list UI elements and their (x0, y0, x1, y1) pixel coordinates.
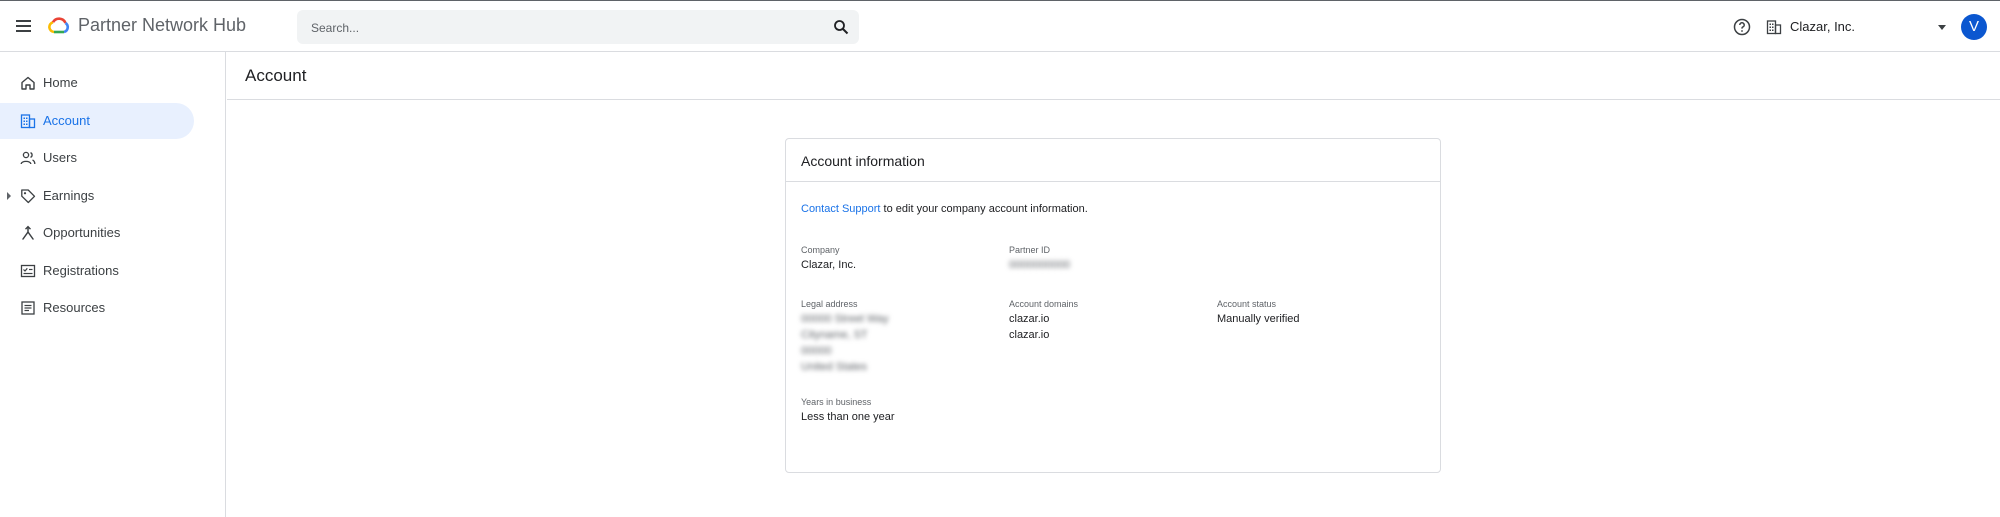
contact-support-link[interactable]: Contact Support (801, 203, 881, 215)
hamburger-menu-icon[interactable] (14, 16, 34, 36)
users-icon (20, 151, 36, 165)
account-domain: clazar.io (1009, 329, 1050, 341)
building-icon (20, 114, 36, 129)
home-icon (21, 76, 35, 90)
sidebar-item-users[interactable]: Users (0, 140, 194, 176)
help-circle-icon[interactable] (1733, 18, 1751, 36)
sidebar-item-home[interactable]: Home (0, 65, 194, 101)
legal-address-label: Legal address (801, 299, 858, 309)
search-bar[interactable] (297, 10, 859, 44)
sidebar-item-label: Registrations (43, 263, 119, 278)
sidebar-item-registrations[interactable]: Registrations (0, 253, 194, 289)
legal-address-line: 00000 Street Way (801, 313, 889, 325)
tag-icon (21, 189, 36, 204)
account-domain: clazar.io (1009, 313, 1050, 325)
sidebar-item-opportunities[interactable]: Opportunities (0, 215, 194, 251)
search-icon[interactable] (833, 19, 849, 35)
account-status-value: Manually verified (1217, 313, 1300, 325)
legal-address-line: 00000 (801, 345, 832, 357)
sidebar: Home Account Users Earnings Opportunitie… (0, 52, 226, 517)
expand-arrow-icon[interactable] (7, 192, 11, 200)
organization-name: Clazar, Inc. (1790, 19, 1856, 34)
sidebar-item-label: Home (43, 75, 78, 90)
google-cloud-logo[interactable] (48, 17, 70, 35)
avatar[interactable]: V (1961, 14, 1987, 40)
card-title: Account information (801, 153, 925, 169)
top-app-bar: Partner Network Hub Clazar, Inc. V (0, 1, 2000, 52)
years-in-business-value: Less than one year (801, 411, 895, 423)
sidebar-item-label: Resources (43, 300, 106, 315)
registration-icon (20, 264, 36, 278)
partner-id-value: 0000000000 (1009, 259, 1071, 271)
card-header: Account information (786, 139, 1440, 182)
support-message-text: to edit your company account information… (880, 203, 1088, 215)
support-message: Contact Support to edit your company acc… (801, 203, 1088, 215)
caret-down-icon (1938, 25, 1946, 30)
organization-selector[interactable]: Clazar, Inc. (1766, 13, 1946, 41)
years-in-business-label: Years in business (801, 397, 872, 407)
account-status-label: Account status (1217, 299, 1277, 309)
legal-address-line: United States (801, 361, 868, 373)
sidebar-item-resources[interactable]: Resources (0, 290, 194, 326)
sidebar-item-earnings[interactable]: Earnings (0, 178, 194, 214)
building-icon (1766, 20, 1782, 35)
sidebar-item-label: Account (43, 113, 90, 128)
partner-id-label: Partner ID (1009, 245, 1051, 255)
page-header: Account (227, 52, 2000, 100)
sidebar-item-label: Opportunities (43, 225, 121, 240)
account-information-card: Account information Contact Support to e… (785, 138, 1441, 473)
search-input[interactable] (309, 17, 813, 39)
company-value: Clazar, Inc. (801, 259, 857, 271)
app-title[interactable]: Partner Network Hub (78, 15, 246, 36)
merge-icon (22, 225, 34, 240)
document-icon (21, 301, 35, 315)
account-domains-label: Account domains (1009, 299, 1079, 309)
sidebar-item-label: Users (43, 150, 77, 165)
company-label: Company (801, 245, 840, 255)
page-title: Account (245, 66, 307, 85)
legal-address-line: Cityname, ST (801, 329, 868, 341)
sidebar-item-account[interactable]: Account (0, 103, 194, 139)
sidebar-item-label: Earnings (43, 188, 95, 203)
